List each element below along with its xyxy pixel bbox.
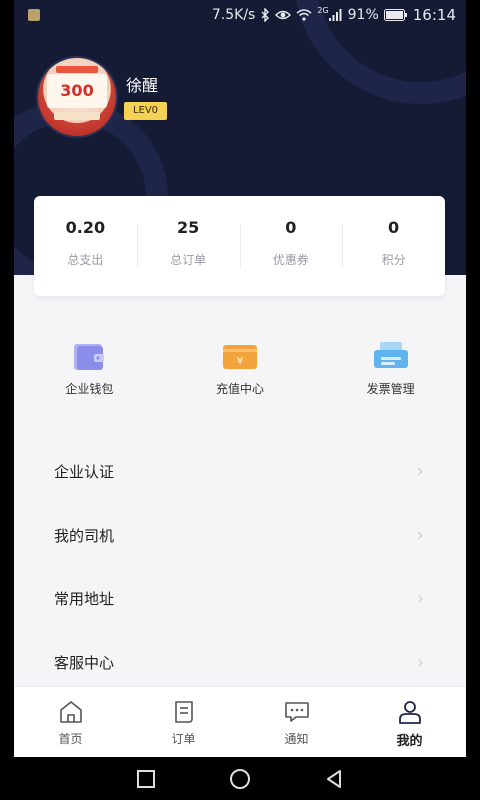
clock: 16:14	[412, 6, 456, 24]
menu-item-label: 常用地址	[54, 590, 115, 609]
status-bar: 7.5K/s 2G 91% 16:14	[14, 0, 466, 32]
quick-action-recharge[interactable]: ¥ 充值中心	[165, 330, 316, 410]
tab-label: 首页	[58, 732, 83, 746]
menu-item-my-drivers[interactable]: 我的司机 ›	[14, 504, 466, 568]
eye-icon	[275, 9, 292, 21]
circle-icon	[230, 768, 250, 789]
quick-action-label: 充值中心	[216, 382, 265, 396]
recents-button[interactable]	[134, 767, 158, 791]
back-triangle-icon	[327, 769, 341, 788]
stat-value: 0	[285, 218, 297, 237]
quick-action-label: 发票管理	[366, 382, 415, 396]
stat-value: 0	[388, 218, 400, 237]
notification-icon	[28, 9, 40, 21]
stat-label: 总支出	[67, 253, 104, 267]
quick-action-invoice[interactable]: 发票管理	[315, 330, 466, 410]
stat-points[interactable]: 0 积分	[342, 216, 445, 276]
user-name: 徐醒	[126, 76, 159, 95]
stat-label: 积分	[381, 253, 406, 267]
battery-percent: 91%	[347, 7, 379, 23]
stat-label: 优惠券	[272, 253, 309, 267]
quick-action-label: 企业钱包	[65, 382, 114, 396]
avatar-ticket: 300	[47, 74, 107, 108]
stat-label: 总订单	[170, 253, 207, 267]
menu-item-enterprise-verification[interactable]: 企业认证 ›	[14, 440, 466, 504]
stats-card: 0.20 总支出 25 总订单 0 优惠券 0 积分	[34, 196, 445, 296]
back-button[interactable]	[322, 767, 346, 791]
android-nav-bar	[0, 757, 480, 800]
chevron-right-icon: ›	[416, 651, 424, 673]
bluetooth-icon	[260, 8, 270, 22]
home-nav-button[interactable]	[228, 767, 252, 791]
svg-text:¥: ¥	[237, 356, 243, 367]
menu-item-label: 我的司机	[54, 526, 115, 545]
chevron-right-icon: ›	[416, 588, 424, 610]
invoice-icon	[371, 340, 411, 372]
menu-item-addresses[interactable]: 常用地址 ›	[14, 567, 466, 631]
tab-label: 订单	[171, 732, 196, 746]
stat-coupons[interactable]: 0 优惠券	[239, 216, 343, 276]
quick-actions: 企业钱包 ¥ 充值中心 发票管理	[14, 330, 466, 410]
stat-total-spend[interactable]: 0.20 总支出	[34, 216, 137, 276]
tab-notifications[interactable]: 通知	[240, 687, 353, 757]
menu-list: 企业认证 › 我的司机 › 常用地址 › 客服中心 ›	[14, 440, 466, 694]
stat-value: 0.20	[65, 218, 106, 237]
menu-item-label: 客服中心	[54, 653, 115, 672]
chevron-right-icon: ›	[416, 461, 424, 483]
network-type: 2G	[317, 5, 329, 15]
recharge-icon: ¥	[220, 340, 260, 372]
menu-item-label: 企业认证	[54, 463, 115, 482]
stat-total-orders[interactable]: 25 总订单	[136, 216, 240, 276]
home-icon	[58, 699, 84, 725]
quick-action-wallet[interactable]: 企业钱包	[14, 330, 165, 410]
avatar[interactable]: 300	[36, 56, 118, 138]
menu-item-customer-service[interactable]: 客服中心 ›	[14, 631, 466, 695]
stat-value: 25	[176, 218, 200, 237]
order-icon	[171, 699, 197, 725]
avatar-ribbon	[56, 66, 98, 73]
bottom-tab-bar: 首页 订单 通知 我的	[14, 686, 466, 757]
chevron-right-icon: ›	[416, 524, 424, 546]
tab-mine[interactable]: 我的	[353, 687, 466, 757]
signal-icon: 2G	[317, 5, 342, 21]
level-badge: LEV0	[124, 102, 167, 120]
tab-home[interactable]: 首页	[14, 687, 127, 757]
app-screen: 7.5K/s 2G 91% 16:14 300 徐醒 LEV0 0.20 总支出…	[14, 0, 466, 757]
user-icon	[397, 699, 423, 725]
tab-orders[interactable]: 订单	[127, 687, 240, 757]
wifi-icon	[296, 9, 312, 21]
battery-icon	[383, 9, 408, 21]
network-speed: 7.5K/s	[211, 7, 256, 23]
wallet-icon	[69, 340, 109, 372]
avatar-base	[54, 112, 100, 120]
tab-label: 我的	[396, 734, 423, 749]
message-icon	[284, 699, 310, 725]
square-icon	[137, 769, 155, 788]
tab-label: 通知	[284, 732, 309, 746]
